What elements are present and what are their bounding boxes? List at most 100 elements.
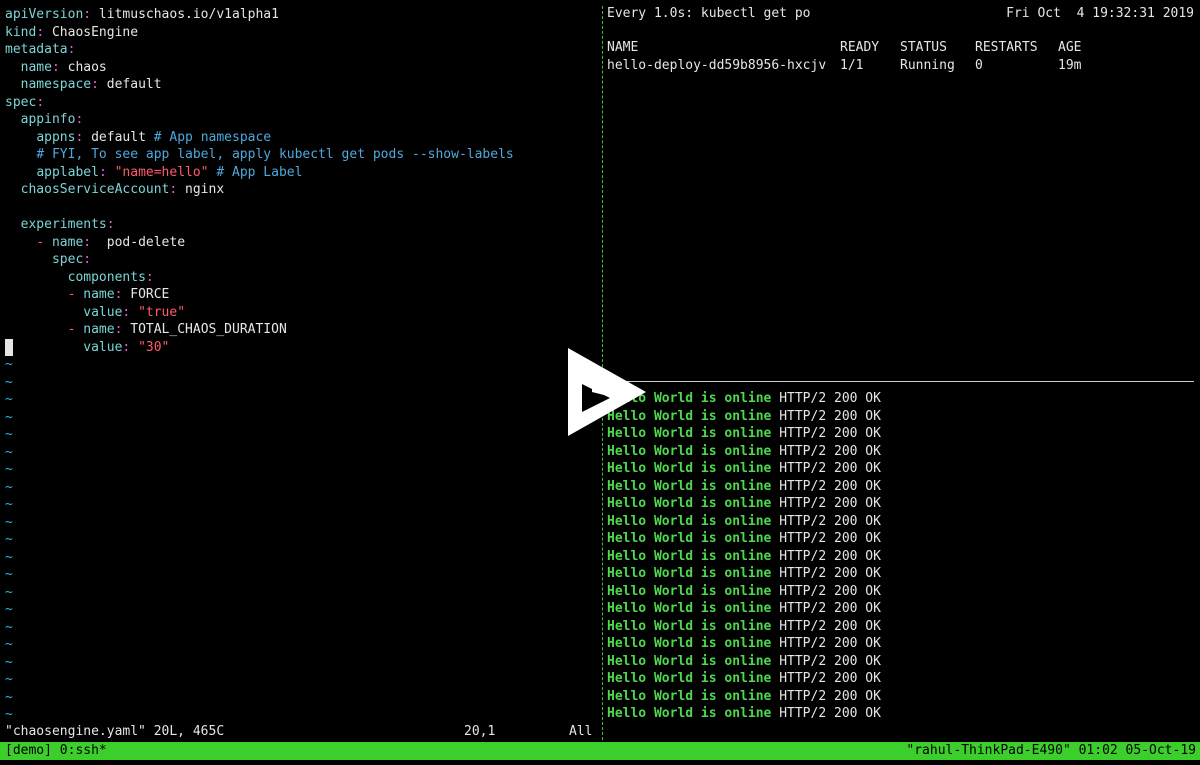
online-message: Hello World is online [607,618,772,634]
vim-tilde-line: ~ [5,444,13,460]
vim-code-line[interactable]: applabel: "name=hello" # App Label [5,164,302,182]
vim-scroll-indicator: All [569,724,593,739]
vim-tilde-line: ~ [5,672,13,687]
code-token: name [83,287,115,302]
online-message: Hello World is online [607,566,772,581]
play-icon[interactable] [566,346,648,438]
vim-code-line[interactable]: apiVersion: litmuschaos.io/v1alpha1 [5,6,279,24]
code-token: litmuschaos.io/v1alpha1 [91,7,279,22]
code-token: pod-delete [91,234,186,250]
online-message: Hello World is online [607,583,772,599]
code-token: : [91,77,99,92]
http-status: HTTP/2 200 OK [779,601,881,616]
vim-code-line[interactable]: spec: [5,251,91,269]
vim-code-line[interactable]: experiments: [5,216,115,234]
http-status: HTTP/2 200 OK [779,513,881,529]
tmux-status-bar: [demo] 0:ssh* "rahul-ThinkPad-E490" 01:0… [0,742,1200,760]
watch-command: Every 1.0s: kubectl get po [607,6,811,21]
vim-code-line[interactable]: - name: TOTAL_CHAOS_DURATION [5,321,287,339]
pod-status: Running [900,58,955,73]
code-token: namespace [20,77,92,92]
online-message: Hello World is online [607,461,772,476]
code-token: default [98,77,162,92]
vim-code-line[interactable]: value: "30" [5,339,169,357]
code-token: # App namespace [153,129,272,145]
pane-divider-vertical-bottom[interactable] [602,388,603,740]
online-message: Hello World is online [607,548,772,564]
http-status: HTTP/2 200 OK [779,391,881,406]
code-token: experiments [20,217,107,232]
pane-divider-horizontal[interactable] [604,381,1194,382]
code-token: # FYI, To see app label, apply kubectl g… [36,147,514,162]
vim-editor-pane[interactable]: apiVersion: litmuschaos.io/v1alpha1 kind:… [0,0,600,740]
code-token: value [83,304,123,320]
code-token: "name=hello" [114,164,209,180]
vim-code-line[interactable]: spec: [5,94,44,112]
curl-output-line: Hello World is online HTTP/2 200 OK [607,583,881,601]
column-header-name: NAME [607,40,639,55]
http-status: HTTP/2 200 OK [779,618,881,634]
vim-code-line[interactable]: metadata: [5,41,75,59]
code-token: ChaosEngine [44,24,139,40]
code-token: name [51,234,84,250]
curl-output-line: Hello World is online HTTP/2 200 OK [607,565,881,583]
vim-tilde-line: ~ [5,392,13,407]
code-token: spec [5,94,37,110]
online-message: Hello World is online [607,706,772,721]
column-header-ready: READY [840,40,880,55]
vim-code-line[interactable]: namespace: default [5,76,162,94]
watch-timestamp: Fri Oct 4 19:32:31 2019 [1006,6,1194,21]
code-token: : [83,234,92,250]
vim-code-line[interactable]: components: [5,269,154,287]
pod-age: 19m [1058,58,1082,73]
vim-code-line[interactable]: # FYI, To see app label, apply kubectl g… [5,146,514,164]
online-message: Hello World is online [607,653,772,669]
text-cursor [5,339,13,356]
vim-code-line[interactable]: appinfo: [5,111,84,129]
http-status: HTTP/2 200 OK [779,478,881,494]
code-token: chaos [59,59,107,75]
http-status: HTTP/2 200 OK [779,566,881,581]
vim-code-line[interactable]: chaosServiceAccount: nginx [5,181,225,199]
code-token: : [36,24,45,40]
tmux-session-window[interactable]: [demo] 0:ssh* [5,742,107,760]
vim-code-line[interactable]: value: "true" [5,304,185,322]
code-token: nginx [177,182,225,197]
column-header-age: AGE [1058,40,1082,55]
vim-code-line[interactable]: kind: ChaosEngine [5,24,138,42]
online-message: Hello World is online [607,688,772,704]
code-token: : [106,217,115,232]
online-message: Hello World is online [607,531,772,546]
code-token: metadata [5,42,68,57]
code-token: - [36,234,45,250]
code-token: appinfo [20,112,76,127]
curl-output-line: Hello World is online HTTP/2 200 OK [607,530,881,548]
vim-tilde-line: ~ [5,619,13,635]
vim-tilde-line: ~ [5,654,13,670]
http-status: HTTP/2 200 OK [779,688,881,704]
vim-tilde-line: ~ [5,427,13,442]
vim-tilde-line: ~ [5,602,13,617]
code-token: apiVersion [5,7,84,22]
http-status: HTTP/2 200 OK [779,531,881,546]
vim-code-line[interactable]: name: chaos [5,59,107,77]
http-status: HTTP/2 200 OK [779,496,881,511]
pod-ready: 1/1 [840,58,864,73]
vim-tilde-line: ~ [5,549,13,565]
vim-code-line[interactable]: - name: FORCE [5,286,170,304]
code-token: name [20,59,52,75]
vim-code-line[interactable]: - name: pod-delete [5,234,185,252]
vim-tilde-line: ~ [5,374,13,390]
vim-code-line[interactable]: appns: default # App namespace [5,129,271,147]
pod-name: hello-deploy-dd59b8956-hxcjv [607,58,827,73]
http-status: HTTP/2 200 OK [779,653,881,669]
pane-divider-vertical-top[interactable] [602,6,603,382]
